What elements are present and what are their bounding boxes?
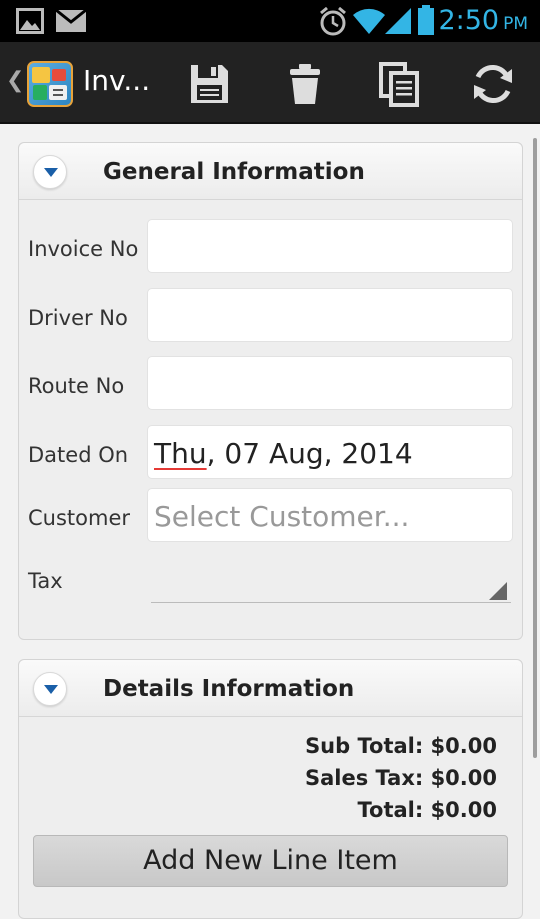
add-new-line-item-button[interactable]: Add New Line Item: [33, 835, 508, 887]
dated-on-day: Thu: [154, 437, 207, 470]
collapse-toggle-button[interactable]: [33, 672, 67, 706]
general-information-title: General Information: [103, 159, 365, 185]
sub-total-text: Sub Total: $0.00: [305, 734, 497, 758]
signal-icon: [384, 7, 412, 39]
trash-icon[interactable]: [282, 61, 328, 107]
dated-on-input[interactable]: Thu, 07 Aug, 2014: [147, 425, 513, 479]
refresh-icon[interactable]: [470, 61, 516, 107]
chevron-down-icon: [44, 685, 58, 694]
total-text: Total: $0.00: [357, 798, 497, 822]
general-information-panel: General Information Invoice No Driver No…: [18, 142, 523, 640]
wifi-icon: [352, 7, 386, 39]
page-title: Inv...: [83, 64, 151, 97]
general-information-header[interactable]: General Information: [19, 143, 522, 200]
details-information-panel: Details Information Sub Total: $0.00 Sal…: [18, 659, 523, 919]
details-information-title: Details Information: [103, 676, 355, 702]
details-information-header[interactable]: Details Information: [19, 660, 522, 717]
totals-block: Sub Total: $0.00 Sales Tax: $0.00 Total:…: [305, 730, 497, 826]
image-icon: [16, 8, 44, 38]
status-bar: 2:50 PM: [0, 0, 540, 42]
scrollbar[interactable]: [533, 138, 537, 758]
driver-no-label: Driver No: [28, 306, 128, 330]
dated-on-date: , 07 Aug, 2014: [206, 437, 413, 470]
customer-select[interactable]: Select Customer...: [147, 488, 513, 542]
route-no-input[interactable]: [147, 356, 513, 410]
invoice-no-label: Invoice No: [28, 237, 139, 261]
app-logo-icon[interactable]: [27, 61, 73, 107]
customer-label: Customer: [28, 506, 131, 530]
up-caret-icon[interactable]: ❮: [6, 68, 24, 93]
driver-no-input[interactable]: [147, 288, 513, 342]
content-area: General Information Invoice No Driver No…: [0, 124, 540, 919]
tax-spinner[interactable]: [151, 563, 511, 603]
route-no-label: Route No: [28, 374, 125, 398]
dated-on-label: Dated On: [28, 443, 129, 467]
sales-tax-text: Sales Tax: $0.00: [304, 766, 497, 790]
copy-icon[interactable]: [376, 61, 422, 107]
collapse-toggle-button[interactable]: [33, 155, 67, 189]
save-icon[interactable]: [186, 61, 232, 107]
alarm-icon: [319, 6, 347, 41]
invoice-no-input[interactable]: [147, 219, 513, 273]
action-bar: ❮ Inv...: [0, 42, 540, 124]
tax-label: Tax: [28, 569, 63, 593]
chevron-down-icon: [44, 168, 58, 177]
clock: 2:50 PM: [438, 5, 528, 36]
mail-icon: [55, 8, 87, 38]
spinner-corner-icon: [489, 582, 507, 600]
battery-icon: [418, 5, 434, 39]
